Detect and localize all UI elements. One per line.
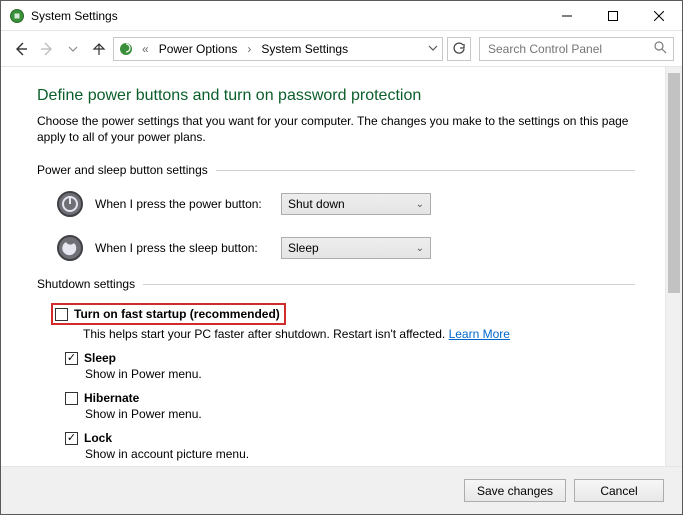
forward-button[interactable] (35, 37, 59, 61)
group-label-text: Shutdown settings (37, 277, 135, 291)
dropdown-value: Shut down (288, 197, 345, 211)
shutdown-settings: Turn on fast startup (recommended) This … (51, 303, 635, 461)
fast-startup-label: Turn on fast startup (recommended) (74, 307, 280, 321)
maximize-button[interactable] (590, 1, 636, 31)
save-changes-button[interactable]: Save changes (464, 479, 566, 502)
sleep-checkbox-row[interactable]: Sleep (65, 351, 635, 365)
hibernate-checkbox-row[interactable]: Hibernate (65, 391, 635, 405)
checkbox-checked-icon[interactable] (65, 432, 78, 445)
back-button[interactable] (9, 37, 33, 61)
checkbox-unchecked-icon[interactable] (65, 392, 78, 405)
sleep-button-icon (55, 233, 85, 263)
learn-more-link[interactable]: Learn More (449, 327, 510, 341)
hibernate-option: Hibernate Show in Power menu. (65, 391, 635, 421)
breadcrumb-item[interactable]: Power Options (157, 42, 240, 56)
lock-option-label: Lock (84, 431, 112, 445)
refresh-button[interactable] (447, 37, 471, 61)
power-button-label: When I press the power button: (95, 197, 281, 211)
lock-option: Lock Show in account picture menu. (65, 431, 635, 461)
sleep-option: Sleep Show in Power menu. (65, 351, 635, 381)
footer: Save changes Cancel (1, 466, 682, 514)
hibernate-option-label: Hibernate (84, 391, 139, 405)
row-power-button: When I press the power button: Shut down… (55, 189, 635, 219)
checkbox-checked-icon[interactable] (65, 352, 78, 365)
chevron-down-icon[interactable] (428, 42, 438, 56)
navbar: « Power Options › System Settings (1, 31, 682, 67)
sleep-button-dropdown[interactable]: Sleep ⌄ (281, 237, 431, 259)
search-input[interactable] (486, 41, 654, 57)
recent-dropdown-icon[interactable] (61, 37, 85, 61)
app-icon (9, 8, 25, 24)
power-button-icon (55, 189, 85, 219)
cancel-button[interactable]: Cancel (574, 479, 664, 502)
lock-option-sub: Show in account picture menu. (85, 447, 635, 461)
titlebar: System Settings (1, 1, 682, 31)
row-sleep-button: When I press the sleep button: Sleep ⌄ (55, 233, 635, 263)
chevron-right-icon: › (243, 42, 255, 56)
lock-checkbox-row[interactable]: Lock (65, 431, 635, 445)
scrollbar-thumb[interactable] (668, 73, 680, 293)
window: System Settings (0, 0, 683, 515)
dropdown-value: Sleep (288, 241, 319, 255)
group-shutdown: Shutdown settings (37, 277, 635, 291)
fast-startup-checkbox-row[interactable]: Turn on fast startup (recommended) (55, 307, 280, 321)
search-box[interactable] (479, 37, 674, 61)
page-description: Choose the power settings that you want … (37, 113, 635, 145)
breadcrumb-item[interactable]: System Settings (259, 42, 350, 56)
minimize-button[interactable] (544, 1, 590, 31)
close-button[interactable] (636, 1, 682, 31)
chevron-down-icon: ⌄ (416, 199, 424, 210)
group-power-sleep: Power and sleep button settings (37, 163, 635, 177)
hibernate-option-sub: Show in Power menu. (85, 407, 635, 421)
fast-startup-highlight: Turn on fast startup (recommended) (51, 303, 286, 325)
divider (143, 284, 635, 285)
sleep-option-label: Sleep (84, 351, 116, 365)
divider (216, 170, 635, 171)
scrollbar[interactable] (665, 67, 682, 466)
body: Define power buttons and turn on passwor… (1, 67, 682, 466)
window-title: System Settings (31, 9, 118, 23)
sleep-button-label: When I press the sleep button: (95, 241, 281, 255)
checkbox-unchecked-icon[interactable] (55, 308, 68, 321)
breadcrumb-sep-icon: « (138, 42, 153, 56)
search-icon[interactable] (654, 41, 667, 57)
sleep-option-sub: Show in Power menu. (85, 367, 635, 381)
breadcrumb-icon (118, 41, 134, 57)
chevron-down-icon: ⌄ (416, 243, 424, 254)
page-heading: Define power buttons and turn on passwor… (37, 87, 635, 105)
content: Define power buttons and turn on passwor… (1, 67, 665, 466)
up-button[interactable] (87, 37, 111, 61)
power-button-dropdown[interactable]: Shut down ⌄ (281, 193, 431, 215)
group-label-text: Power and sleep button settings (37, 163, 208, 177)
fast-startup-help: This helps start your PC faster after sh… (83, 327, 635, 341)
address-bar[interactable]: « Power Options › System Settings (113, 37, 443, 61)
